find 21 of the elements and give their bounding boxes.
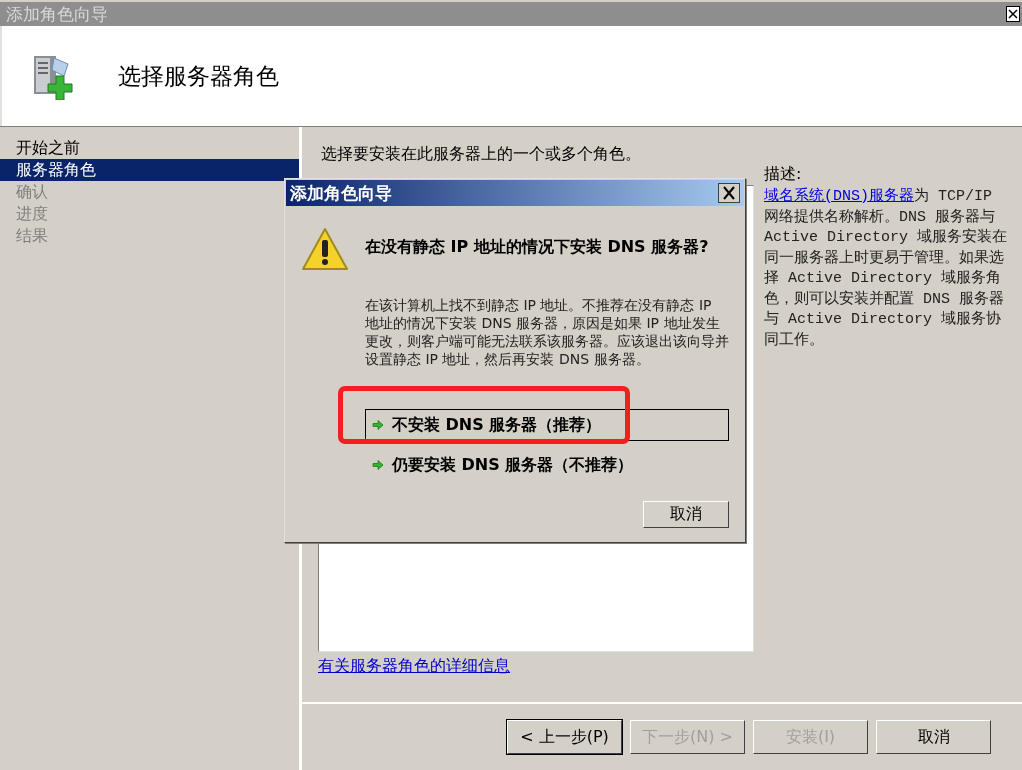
close-icon[interactable]	[1006, 6, 1020, 22]
step-item[interactable]: 开始之前	[0, 137, 299, 159]
warning-icon	[301, 227, 349, 271]
description-text: 域名系统(DNS)服务器为 TCP/IP 网络提供名称解析。DNS 服务器与 Active Directory 域服务安装在同一服务器上时更易于管理。如果选择 Active Directory 域服务角色，则可以安装并配置 DNS 服务器与 Active Directory 域服务协同工作。	[764, 187, 1009, 351]
cancel-button[interactable]: 取消	[643, 501, 729, 528]
dialog-title: 添加角色向导	[290, 181, 392, 205]
arrow-icon	[372, 459, 384, 471]
arrow-icon	[372, 419, 384, 431]
dialog-heading: 在没有静态 IP 地址的情况下安装 DNS 服务器?	[365, 237, 710, 257]
step-item[interactable]: 服务器角色	[0, 159, 299, 181]
command-link[interactable]: 仍要安装 DNS 服务器（不推荐）	[365, 449, 729, 481]
dialog-message: 在该计算机上找不到静态 IP 地址。不推荐在没有静态 IP 地址的情况下安装 DNS 服务器，原因是如果 IP 地址发生更改，则客户端可能无法联系该服务器。应该退出该向导并设置静态 IP 地址，然后再安装 DNS 服务器。	[365, 296, 729, 368]
page-title: 选择服务器角色	[118, 61, 279, 91]
wizard-button[interactable]: 取消	[876, 720, 991, 754]
window-title: 添加角色向导	[6, 2, 108, 26]
instruction-text: 选择要安装在此服务器上的一个或多个角色。	[321, 143, 642, 165]
dns-server-link[interactable]: 域名系统(DNS)服务器	[764, 188, 914, 205]
description-label: 描述:	[764, 163, 803, 185]
more-info-link[interactable]: 有关服务器角色的详细信息	[318, 656, 754, 677]
wizard-button[interactable]: < 上一步(P)	[507, 720, 622, 754]
close-icon[interactable]	[718, 183, 740, 203]
